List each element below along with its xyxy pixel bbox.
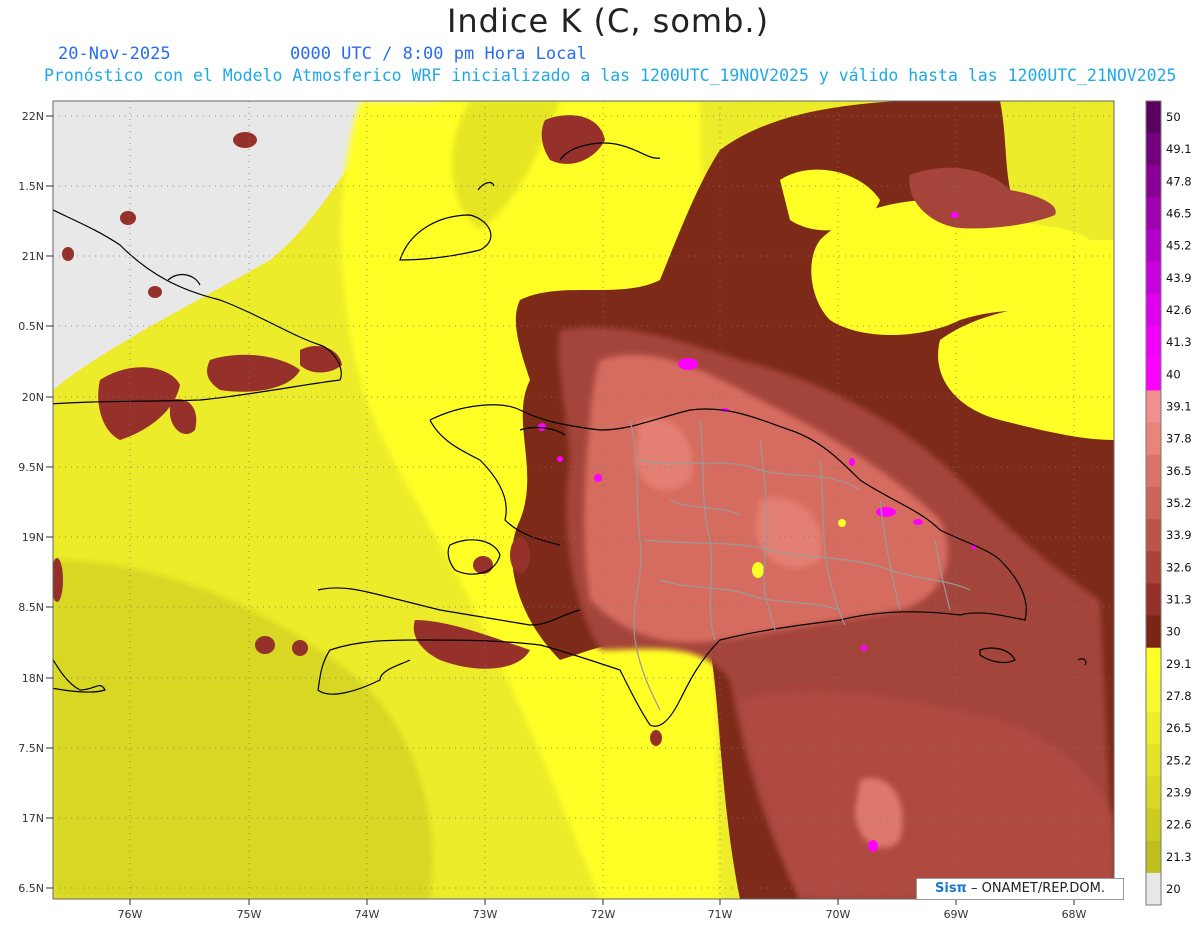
- colorbar-swatch: [1146, 679, 1161, 713]
- lat-label: 21N: [22, 250, 44, 263]
- lon-label: 72W: [591, 908, 616, 921]
- colorbar-swatch: [1146, 840, 1161, 874]
- colorbar-label: 41.3: [1166, 335, 1192, 349]
- colorbar-label: 43.9: [1166, 271, 1192, 285]
- lat-axis: 22N 1.5N 21N 0.5N 20N 9.5N 19N 8.5N 18N …: [18, 110, 53, 895]
- lat-label: 7.5N: [18, 742, 44, 755]
- shade-red-spot: [148, 286, 162, 298]
- colorbar-label: 30: [1166, 625, 1181, 639]
- lon-axis: 76W 75W 74W 73W 72W 71W 70W 69W 68W: [118, 899, 1087, 921]
- colorbar-label: 37.8: [1166, 432, 1192, 446]
- colorbar-swatch: [1146, 229, 1161, 263]
- colorbar-label: 35.2: [1166, 496, 1192, 510]
- colorbar-swatch: [1146, 519, 1161, 552]
- colorbar-label: 40: [1166, 367, 1181, 381]
- credit-text: – ONAMET/REP.DOM.: [966, 881, 1105, 896]
- lat-label: 18N: [22, 672, 44, 685]
- colorbar: 50 49.1 47.8 46.5 45.2 43.9 42.6 41.3 40 39.1 37.8…: [1145, 100, 1192, 906]
- colorbar-label: 46.5: [1166, 207, 1192, 221]
- shade-red-spot: [650, 730, 662, 746]
- colorbar-label: 36.5: [1166, 464, 1192, 478]
- credit-box: Sisπ – ONAMET/REP.DOM.: [916, 878, 1124, 900]
- lon-label: 75W: [237, 908, 262, 921]
- colorbar-label: 22.6: [1166, 818, 1192, 832]
- colorbar-label: 29.1: [1166, 657, 1192, 671]
- forecast-date: 20-Nov-2025: [58, 44, 171, 64]
- colorbar-swatch: [1146, 776, 1161, 810]
- colorbar-swatch: [1146, 422, 1161, 456]
- shade-red-spot: [233, 132, 257, 148]
- colorbar-label: 26.5: [1166, 721, 1192, 735]
- map-figure: 22N 1.5N 21N 0.5N 20N 9.5N 19N 8.5N 18N …: [18, 100, 1192, 921]
- shade-red-spot: [62, 247, 74, 261]
- lat-label: 17N: [22, 812, 44, 825]
- lon-label: 76W: [118, 908, 143, 921]
- colorbar-swatch: [1146, 133, 1161, 166]
- colorbar-label: 50: [1166, 110, 1181, 124]
- colorbar-swatch: [1146, 358, 1161, 391]
- page-title: Indice K (C, somb.): [446, 2, 770, 40]
- shade-red-spot: [473, 556, 493, 574]
- colorbar-label: 21.3: [1166, 850, 1192, 864]
- lat-label: 9.5N: [18, 461, 44, 474]
- colorbar-swatch: [1146, 615, 1161, 649]
- lon-label: 73W: [473, 908, 498, 921]
- forecast-time: 0000 UTC / 8:00 pm Hora Local: [290, 44, 587, 64]
- lon-label: 69W: [944, 908, 969, 921]
- colorbar-label: 23.9: [1166, 785, 1192, 799]
- colorbar-label: 20: [1166, 882, 1181, 896]
- lat-label: 19N: [22, 531, 44, 544]
- colorbar-swatch: [1146, 486, 1161, 520]
- colorbar-label: 27.8: [1166, 689, 1192, 703]
- colorbar-swatch: [1146, 101, 1161, 134]
- colorbar-swatch: [1146, 583, 1161, 617]
- colorbar-label: 25.2: [1166, 753, 1192, 767]
- colorbar-swatch: [1146, 390, 1161, 424]
- shade-red-spot: [120, 211, 136, 225]
- shade-yellow-spot: [838, 519, 846, 527]
- colorbar-swatch: [1146, 551, 1161, 584]
- colorbar-swatch: [1146, 872, 1161, 906]
- lon-label: 70W: [826, 908, 851, 921]
- colorbar-label: 42.6: [1166, 303, 1192, 317]
- shade-red-spot: [510, 537, 530, 573]
- lon-label: 71W: [708, 908, 733, 921]
- shade-red-spot: [292, 640, 308, 656]
- lat-label: 1.5N: [18, 180, 44, 193]
- map-plot-area: [53, 101, 1114, 899]
- lat-label: 20N: [22, 391, 44, 404]
- colorbar-label: 31.3: [1166, 592, 1192, 606]
- lon-label: 68W: [1062, 908, 1087, 921]
- colorbar-swatch: [1146, 293, 1161, 327]
- colorbar-swatch: [1146, 454, 1161, 488]
- colorbar-swatch: [1146, 647, 1161, 681]
- colorbar-label: 32.6: [1166, 560, 1192, 574]
- lat-label: 6.5N: [18, 882, 44, 895]
- lat-label: 8.5N: [18, 601, 44, 614]
- colorbar-swatch: [1146, 744, 1161, 777]
- credit-logo: Sisπ: [935, 881, 967, 896]
- lon-label: 74W: [355, 908, 380, 921]
- shade-yellow-spot: [752, 562, 764, 578]
- colorbar-swatch: [1146, 261, 1161, 295]
- colorbar-swatch: [1146, 712, 1161, 745]
- colorbar-swatch: [1146, 197, 1161, 231]
- colorbar-swatch: [1146, 326, 1161, 359]
- lat-label: 22N: [22, 110, 44, 123]
- lat-label: 0.5N: [18, 320, 44, 333]
- colorbar-label: 39.1: [1166, 400, 1192, 414]
- colorbar-swatch: [1146, 808, 1161, 842]
- forecast-description: Pronóstico con el Modelo Atmosferico WRF…: [44, 66, 1177, 85]
- colorbar-label: 33.9: [1166, 528, 1192, 542]
- colorbar-label: 47.8: [1166, 174, 1192, 188]
- colorbar-label: 49.1: [1166, 142, 1192, 156]
- colorbar-swatch: [1146, 165, 1161, 198]
- shade-red-spot: [255, 636, 275, 654]
- colorbar-label: 45.2: [1166, 239, 1192, 253]
